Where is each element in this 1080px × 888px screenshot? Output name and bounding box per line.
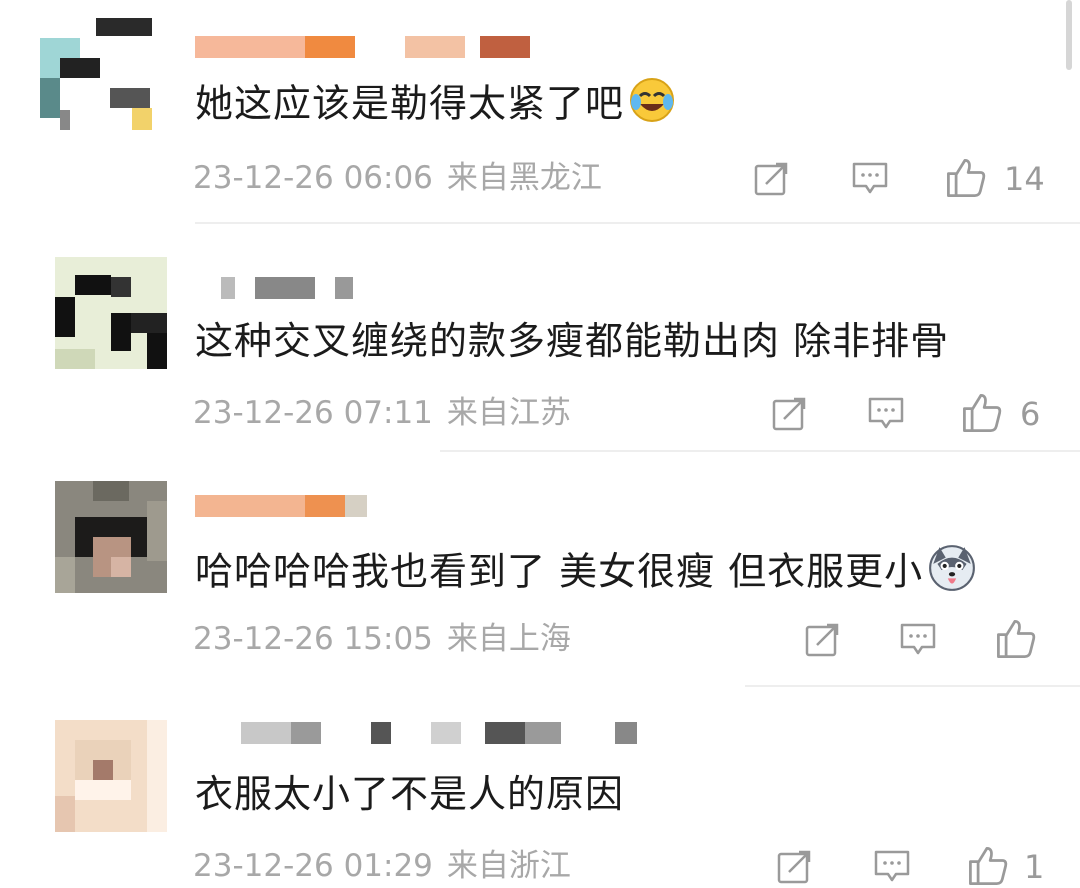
username-blurred[interactable] — [195, 722, 675, 748]
comment-location: 来自黑龙江 — [446, 160, 602, 196]
comment-text: 这种交叉缠绕的款多瘦都能勒出肉 除非排骨 — [195, 319, 950, 363]
comment-item: 这种交叉缠绕的款多瘦都能勒出肉 除非排骨 23-12-26 07:11 来自江苏 … — [0, 225, 1080, 455]
avatar[interactable] — [40, 18, 152, 130]
comment-date: 23-12-26 01:29 — [193, 848, 433, 884]
comment-meta: 23-12-26 15:05 来自上海 — [193, 619, 571, 659]
comment-item: 衣服太小了不是人的原因 23-12-26 01:29 来自浙江 1 — [0, 690, 1080, 886]
comment-text: 她这应该是勒得太紧了吧 — [195, 76, 676, 136]
comment-icon[interactable] — [898, 619, 938, 659]
divider — [745, 685, 1080, 687]
divider — [195, 222, 1080, 224]
avatar[interactable] — [55, 481, 167, 593]
comment-meta: 23-12-26 06:06 来自黑龙江 — [193, 158, 602, 198]
like-count: 1 — [1024, 848, 1045, 886]
avatar[interactable] — [55, 257, 167, 369]
comment-item: 她这应该是勒得太紧了吧 23-12-26 06:06 来自黑龙江 14 — [0, 0, 1080, 225]
share-icon[interactable] — [770, 393, 810, 433]
comment-meta: 23-12-26 07:11 来自江苏 — [193, 393, 571, 433]
comment-date: 23-12-26 15:05 — [193, 621, 433, 657]
share-icon[interactable] — [752, 158, 792, 198]
thumbs-up-icon[interactable] — [994, 617, 1038, 661]
comment-location: 来自浙江 — [446, 848, 571, 884]
comment-location: 来自上海 — [446, 621, 571, 657]
comment-item: 哈哈哈哈我也看到了 美女很瘦 但衣服更小 23-12-26 15:05 来自上海 — [0, 455, 1080, 687]
username-blurred[interactable] — [195, 277, 355, 303]
share-icon[interactable] — [775, 846, 815, 886]
like-count: 6 — [1020, 395, 1041, 433]
comment-text: 衣服太小了不是人的原因 — [195, 772, 625, 816]
comment-icon[interactable] — [850, 158, 890, 198]
share-icon[interactable] — [803, 619, 843, 659]
thumbs-up-icon[interactable] — [960, 391, 1004, 435]
comment-location: 来自江苏 — [446, 395, 571, 431]
divider — [440, 450, 1080, 452]
comment-text: 哈哈哈哈我也看到了 美女很瘦 但衣服更小 — [195, 543, 977, 605]
like-count: 14 — [1004, 160, 1045, 198]
comment-icon[interactable] — [866, 393, 906, 433]
comment-icon[interactable] — [872, 846, 912, 886]
comment-date: 23-12-26 06:06 — [193, 160, 433, 196]
comment-date: 23-12-26 07:11 — [193, 395, 433, 431]
avatar[interactable] — [55, 720, 167, 832]
comment-meta: 23-12-26 01:29 来自浙江 — [193, 846, 571, 886]
husky-dog-emoji — [927, 543, 977, 605]
thumbs-up-icon[interactable] — [944, 156, 988, 200]
username-blurred[interactable] — [195, 36, 535, 62]
laughing-crying-emoji — [628, 76, 676, 136]
thumbs-up-icon[interactable] — [966, 844, 1010, 888]
username-blurred[interactable] — [195, 495, 375, 521]
